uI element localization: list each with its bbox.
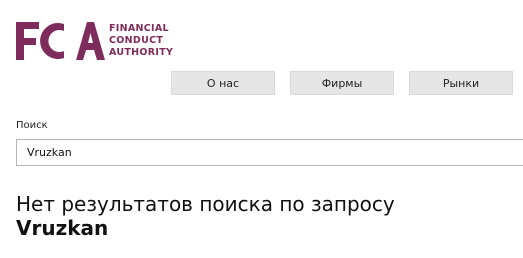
logo-wordmark: FINANCIAL CONDUCT AUTHORITY	[109, 23, 173, 59]
logo-line-1: FINANCIAL	[109, 23, 169, 34]
nav-about-button[interactable]: О нас	[171, 71, 275, 95]
search-query-text: Vruzkan	[16, 216, 109, 240]
fca-logo[interactable]: FINANCIAL CONDUCT AUTHORITY	[14, 20, 179, 64]
no-results-text: Нет результатов поиска по запросу	[16, 192, 395, 216]
search-input[interactable]	[16, 139, 523, 166]
nav-firms-button[interactable]: Фирмы	[290, 71, 394, 95]
search-label: Поиск	[16, 120, 48, 131]
fca-logo-mark	[16, 22, 105, 60]
nav-markets-button[interactable]: Рынки	[409, 71, 513, 95]
logo-line-2: CONDUCT	[109, 35, 164, 46]
logo-line-3: AUTHORITY	[109, 47, 174, 58]
no-results-heading: Нет результатов поиска по запросу Vruzka…	[16, 192, 516, 240]
